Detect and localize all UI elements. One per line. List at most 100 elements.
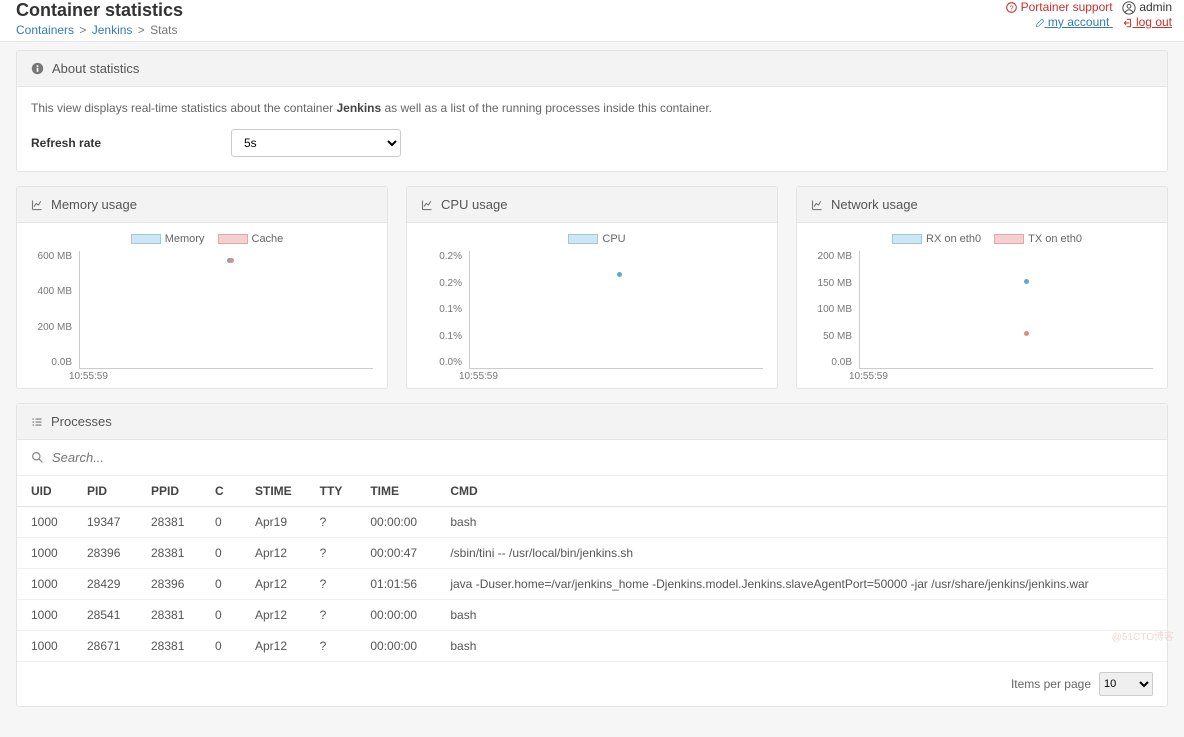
network-legend: RX on eth0 TX on eth0 [811, 233, 1153, 245]
cell-stime: Apr12 [241, 631, 306, 662]
cell-stime: Apr12 [241, 600, 306, 631]
question-icon: ? [1006, 2, 1017, 13]
processes-title: Processes [51, 414, 112, 429]
table-row: 100028671283810Apr12?00:00:00bash [17, 631, 1167, 662]
cell-pid: 28671 [73, 631, 137, 662]
cell-pid: 28429 [73, 569, 137, 600]
search-icon [31, 451, 44, 464]
logout-icon [1123, 18, 1133, 28]
items-per-page-label: Items per page [1011, 677, 1091, 691]
cell-time: 00:00:47 [356, 538, 436, 569]
cell-c: 0 [201, 600, 241, 631]
cell-cmd: /sbin/tini -- /usr/local/bin/jenkins.sh [436, 538, 1167, 569]
support-link[interactable]: ? Portainer support [1006, 0, 1116, 14]
cell-pid: 19347 [73, 507, 137, 538]
cell-tty: ? [306, 538, 357, 569]
cpu-legend: CPU [421, 233, 763, 245]
chart-icon [811, 199, 823, 211]
cell-tty: ? [306, 631, 357, 662]
cell-cmd: bash [436, 507, 1167, 538]
memory-legend: Memory Cache [31, 233, 373, 245]
pencil-icon [1035, 18, 1045, 28]
cell-c: 0 [201, 507, 241, 538]
about-description: This view displays real-time statistics … [31, 101, 1153, 115]
svg-text:?: ? [1010, 6, 1014, 13]
cell-ppid: 28396 [137, 569, 201, 600]
cell-time: 01:01:56 [356, 569, 436, 600]
th-time[interactable]: TIME [356, 476, 436, 507]
cell-ppid: 28381 [137, 507, 201, 538]
cell-uid: 1000 [17, 538, 73, 569]
swatch-icon [131, 234, 161, 244]
cell-stime: Apr12 [241, 569, 306, 600]
th-cmd[interactable]: CMD [436, 476, 1167, 507]
network-chart: 200 MB 150 MB 100 MB 50 MB 0.0B [859, 251, 1153, 369]
cell-ppid: 28381 [137, 538, 201, 569]
cpu-chart: 0.2% 0.2% 0.1% 0.1% 0.0% [469, 251, 763, 369]
cell-c: 0 [201, 538, 241, 569]
swatch-icon [994, 234, 1024, 244]
cell-pid: 28396 [73, 538, 137, 569]
cell-cmd: bash [436, 631, 1167, 662]
swatch-icon [218, 234, 248, 244]
memory-chart-panel: Memory usage Memory Cache 600 MB 400 MB … [16, 186, 388, 389]
about-title: About statistics [52, 61, 139, 76]
th-c[interactable]: C [201, 476, 241, 507]
refresh-rate-select[interactable]: 5s [231, 129, 401, 157]
my-account-link[interactable]: my account [1035, 15, 1113, 29]
breadcrumb: Containers > Jenkins > Stats [16, 23, 183, 37]
processes-panel: Processes UID PID PPID C STIME TTY TIME … [16, 403, 1168, 707]
th-tty[interactable]: TTY [306, 476, 357, 507]
th-uid[interactable]: UID [17, 476, 73, 507]
page-title: Container statistics [16, 0, 183, 21]
table-row: 100028541283810Apr12?00:00:00bash [17, 600, 1167, 631]
breadcrumb-container[interactable]: Jenkins [92, 23, 133, 37]
user-icon [1122, 1, 1136, 15]
cell-tty: ? [306, 600, 357, 631]
cell-c: 0 [201, 569, 241, 600]
th-ppid[interactable]: PPID [137, 476, 201, 507]
cell-ppid: 28381 [137, 631, 201, 662]
cell-cmd: java -Duser.home=/var/jenkins_home -Djen… [436, 569, 1167, 600]
logout-link[interactable]: log out [1123, 15, 1172, 29]
th-pid[interactable]: PID [73, 476, 137, 507]
swatch-icon [568, 234, 598, 244]
network-chart-panel: Network usage RX on eth0 TX on eth0 200 … [796, 186, 1168, 389]
memory-chart-title: Memory usage [51, 197, 137, 212]
th-stime[interactable]: STIME [241, 476, 306, 507]
swatch-icon [892, 234, 922, 244]
cell-time: 00:00:00 [356, 631, 436, 662]
list-icon [31, 416, 43, 428]
items-per-page-select[interactable]: 10 [1099, 672, 1153, 696]
search-input[interactable] [52, 450, 352, 465]
cpu-chart-panel: CPU usage CPU 0.2% 0.2% 0.1% 0.1% 0.0% [406, 186, 778, 389]
cell-uid: 1000 [17, 631, 73, 662]
watermark: @51CTO博客 [1112, 628, 1174, 643]
cell-stime: Apr12 [241, 538, 306, 569]
user-badge: admin [1122, 0, 1172, 14]
cell-ppid: 28381 [137, 600, 201, 631]
cell-c: 0 [201, 631, 241, 662]
breadcrumb-current: Stats [150, 23, 177, 37]
table-row: 100028429283960Apr12?01:01:56java -Duser… [17, 569, 1167, 600]
chart-icon [421, 199, 433, 211]
cell-time: 00:00:00 [356, 600, 436, 631]
about-panel: About statistics This view displays real… [16, 50, 1168, 172]
refresh-rate-label: Refresh rate [31, 136, 211, 150]
cell-stime: Apr19 [241, 507, 306, 538]
cell-time: 00:00:00 [356, 507, 436, 538]
cell-cmd: bash [436, 600, 1167, 631]
table-row: 100019347283810Apr19?00:00:00bash [17, 507, 1167, 538]
network-chart-title: Network usage [831, 197, 918, 212]
memory-chart: 600 MB 400 MB 200 MB 0.0B [79, 251, 373, 369]
cell-tty: ? [306, 569, 357, 600]
info-icon [31, 62, 44, 75]
cell-uid: 1000 [17, 569, 73, 600]
breadcrumb-containers[interactable]: Containers [16, 23, 74, 37]
cell-uid: 1000 [17, 507, 73, 538]
table-row: 100028396283810Apr12?00:00:47/sbin/tini … [17, 538, 1167, 569]
cpu-chart-title: CPU usage [441, 197, 507, 212]
chart-icon [31, 199, 43, 211]
cell-pid: 28541 [73, 600, 137, 631]
cell-uid: 1000 [17, 600, 73, 631]
